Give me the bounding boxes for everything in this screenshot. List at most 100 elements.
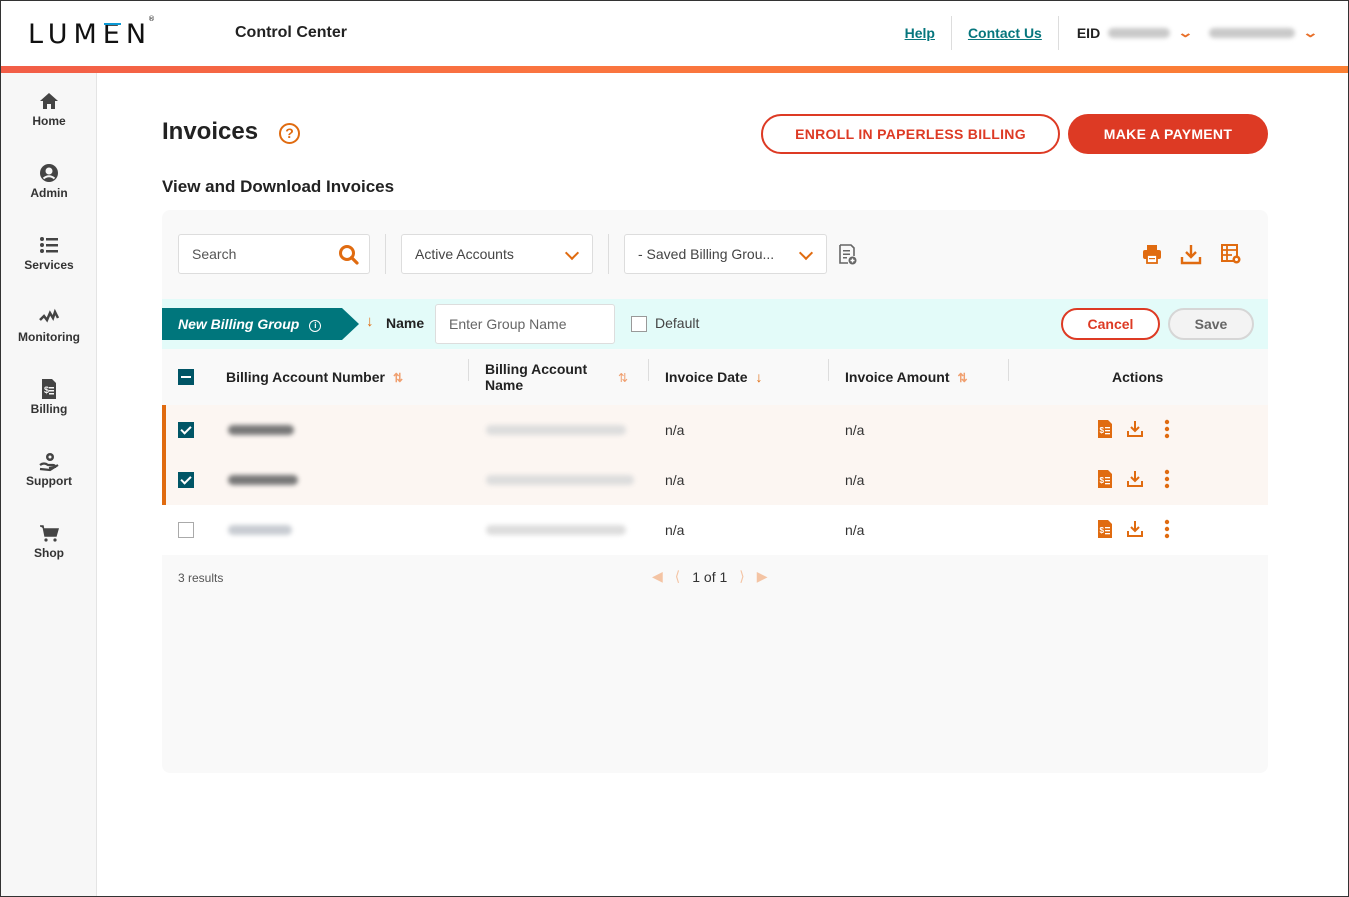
column-divider	[828, 359, 829, 381]
pagination: ◀ ⟨ 1 of 1 ⟩ ▶	[646, 568, 774, 585]
column-label: Invoice Amount	[845, 369, 950, 385]
add-billing-group-icon[interactable]	[836, 243, 858, 265]
sidebar-item-home[interactable]: Home	[1, 90, 97, 128]
default-checkbox[interactable]	[631, 316, 647, 332]
svg-text:$: $	[1100, 476, 1105, 485]
select-all-checkbox[interactable]	[178, 369, 194, 385]
account-number-redacted	[228, 425, 294, 435]
previous-page-icon[interactable]: ⟨	[675, 568, 680, 585]
column-header-account-name[interactable]: Billing Account Name	[485, 361, 605, 393]
page-indicator: 1 of 1	[692, 568, 728, 585]
invoice-amount: n/a	[845, 472, 865, 488]
sort-icon[interactable]: ⇅	[393, 371, 403, 385]
sidebar-label: Services	[24, 258, 74, 272]
group-name-input[interactable]	[435, 304, 615, 344]
table-row[interactable]: n/a n/a $	[162, 455, 1268, 505]
column-label: Invoice Date	[665, 369, 748, 385]
results-count: 3 results	[178, 571, 224, 585]
svg-text:$: $	[44, 385, 49, 395]
sidebar-item-monitoring[interactable]: Monitoring	[1, 306, 97, 344]
invoice-date: n/a	[665, 472, 685, 488]
download-icon[interactable]	[1126, 469, 1144, 489]
account-number-redacted	[228, 475, 298, 485]
invoice-amount: n/a	[845, 422, 865, 438]
sidebar-item-support[interactable]: Support	[1, 450, 97, 488]
pulse-icon	[39, 308, 60, 323]
table-row[interactable]: n/a n/a $	[162, 505, 1268, 555]
app-name: Control Center	[235, 24, 347, 41]
contact-us-link[interactable]: Contact Us	[952, 25, 1058, 41]
sidebar-label: Shop	[34, 546, 64, 560]
more-options-icon[interactable]	[1158, 469, 1176, 489]
more-options-icon[interactable]	[1158, 419, 1176, 439]
account-number-redacted	[228, 525, 292, 535]
sidebar-item-admin[interactable]: Admin	[1, 162, 97, 200]
lumen-logo[interactable]: LUMEN®	[28, 15, 159, 50]
view-invoice-icon[interactable]: $	[1096, 419, 1114, 439]
info-icon[interactable]: i	[309, 320, 322, 332]
sidebar-label: Support	[26, 474, 72, 488]
help-icon[interactable]: ?	[279, 123, 300, 144]
svg-text:$: $	[1100, 526, 1105, 535]
print-icon[interactable]	[1141, 243, 1163, 265]
chevron-down-icon	[564, 245, 580, 261]
invoice-icon: $	[42, 379, 56, 399]
download-icon[interactable]	[1126, 519, 1144, 539]
more-options-icon[interactable]	[1158, 519, 1176, 539]
sidebar-label: Admin	[30, 186, 68, 200]
row-checkbox[interactable]	[178, 472, 194, 488]
sort-icon[interactable]: ⇅	[618, 371, 628, 385]
first-page-icon[interactable]: ◀	[652, 568, 663, 585]
column-divider	[648, 359, 649, 381]
user-icon	[40, 164, 58, 182]
row-checkbox[interactable]	[178, 422, 194, 438]
column-divider	[1008, 359, 1009, 381]
column-divider	[468, 359, 469, 381]
column-header-invoice-date[interactable]: Invoice Date ↓	[665, 369, 762, 385]
sort-descending-icon[interactable]: ↓	[755, 369, 762, 385]
header-links: Help Contact Us EID ⌄ ⌄	[889, 15, 1319, 51]
save-button[interactable]: Save	[1168, 308, 1254, 340]
saved-billing-group-dropdown[interactable]: - Saved Billing Grou...	[624, 234, 827, 274]
sidebar-item-billing[interactable]: $ Billing	[1, 378, 97, 416]
table-row[interactable]: n/a n/a $	[162, 405, 1268, 455]
column-header-invoice-amount[interactable]: Invoice Amount ⇅	[845, 369, 968, 385]
sort-icon[interactable]: ⇅	[958, 371, 968, 385]
eid-value-redacted	[1108, 28, 1171, 38]
saved-billing-group-value: - Saved Billing Grou...	[638, 246, 775, 262]
view-invoice-icon[interactable]: $	[1096, 469, 1114, 489]
group-name-label: Name	[386, 315, 425, 331]
home-icon	[40, 93, 58, 109]
column-header-account-number[interactable]: Billing Account Number ⇅	[226, 369, 403, 385]
download-icon[interactable]	[1180, 243, 1202, 265]
column-label: Billing Account Name	[485, 361, 588, 393]
sidebar-item-shop[interactable]: Shop	[1, 522, 97, 560]
next-page-icon[interactable]: ⟩	[739, 568, 744, 585]
list-icon	[40, 237, 58, 253]
default-label: Default	[655, 315, 700, 331]
help-link[interactable]: Help	[889, 25, 951, 41]
column-header-actions: Actions	[1112, 369, 1164, 385]
table-header: Billing Account Number ⇅ Billing Account …	[162, 349, 1268, 405]
eid-selector[interactable]: EID ⌄ ⌄	[1059, 25, 1319, 41]
account-status-dropdown[interactable]: Active Accounts	[401, 234, 593, 274]
sidebar-item-services[interactable]: Services	[1, 234, 97, 272]
user-name-redacted	[1209, 28, 1296, 38]
invoice-date: n/a	[665, 422, 685, 438]
sidebar-label: Billing	[30, 402, 68, 416]
cancel-button[interactable]: Cancel	[1061, 308, 1160, 340]
download-icon[interactable]	[1126, 419, 1144, 439]
last-page-icon[interactable]: ▶	[757, 568, 768, 585]
chevron-down-icon[interactable]: ⌄	[1302, 25, 1318, 41]
account-name-redacted	[486, 425, 626, 435]
column-label: Billing Account Number	[226, 369, 385, 385]
row-checkbox[interactable]	[178, 522, 194, 538]
make-payment-button[interactable]: MAKE A PAYMENT	[1068, 114, 1268, 154]
view-invoice-icon[interactable]: $	[1096, 519, 1114, 539]
enroll-paperless-billing-button[interactable]: ENROLL IN PAPERLESS BILLING	[761, 114, 1060, 154]
search-icon[interactable]	[338, 244, 360, 266]
table-settings-icon[interactable]	[1220, 243, 1242, 265]
sidebar: Home Admin Services Monitoring $ Billing…	[1, 73, 97, 896]
toolbar-divider	[608, 234, 609, 274]
search-input[interactable]: Search	[178, 234, 370, 274]
